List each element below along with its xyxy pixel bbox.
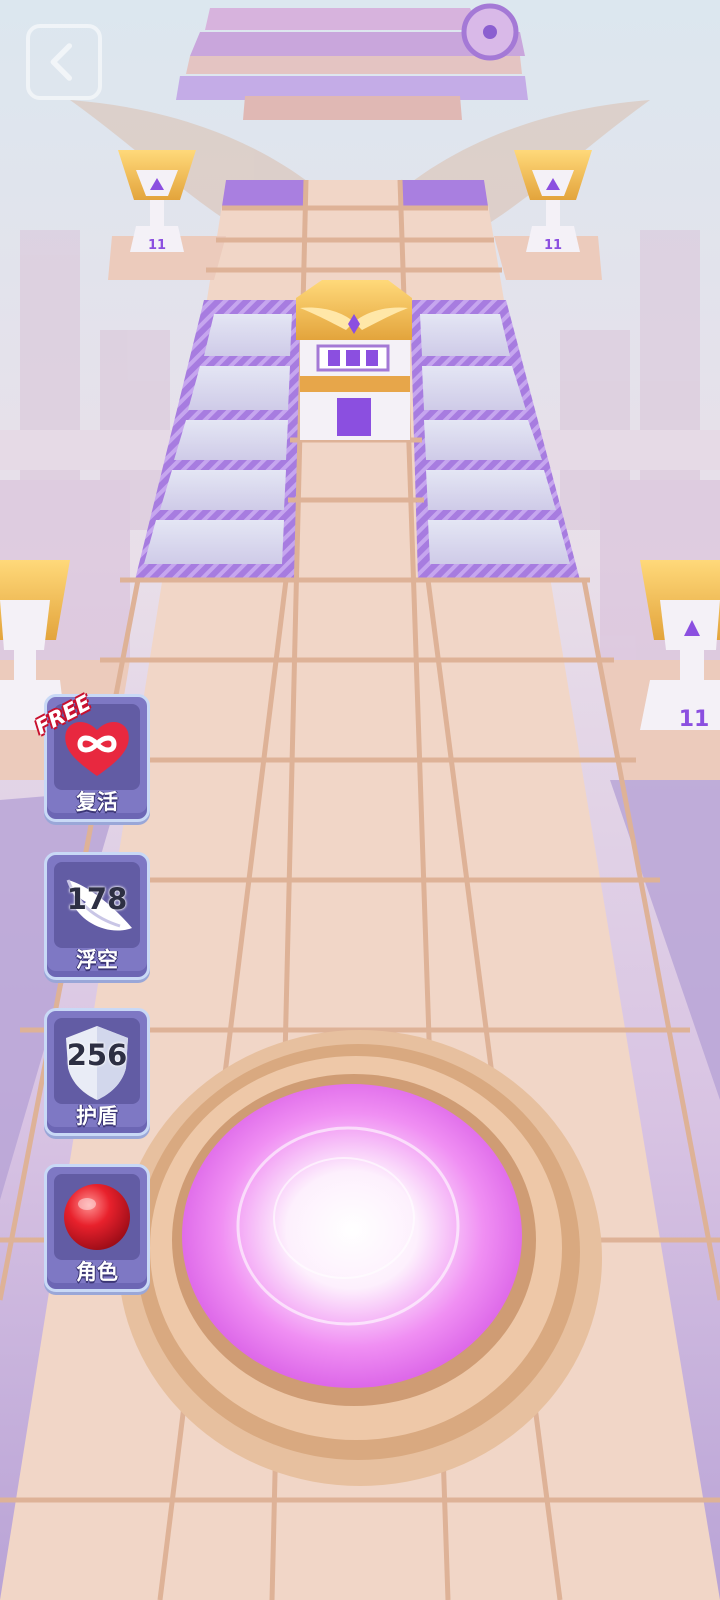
- trophy-number: 11: [148, 238, 166, 253]
- shield-label: 护盾: [76, 1104, 118, 1128]
- shield-count: 256: [66, 1038, 128, 1072]
- center-block: [296, 280, 412, 440]
- character-label: 角色: [76, 1260, 118, 1284]
- float-count: 178: [66, 882, 128, 916]
- shield-button[interactable]: 256 护盾: [44, 1008, 150, 1136]
- back-button[interactable]: [26, 24, 102, 100]
- player-orb: [118, 1030, 602, 1486]
- revive-label: 复活: [76, 790, 118, 814]
- character-button[interactable]: 角色: [44, 1164, 150, 1292]
- trophy-number: 11: [679, 707, 710, 732]
- red-ball-icon: [64, 1184, 130, 1250]
- character-panel: [54, 1174, 140, 1260]
- trophy-number: 11: [544, 238, 562, 253]
- float-label: 浮空: [76, 948, 118, 972]
- chevron-left-icon: [50, 43, 73, 81]
- float-button[interactable]: 178 浮空: [44, 852, 150, 980]
